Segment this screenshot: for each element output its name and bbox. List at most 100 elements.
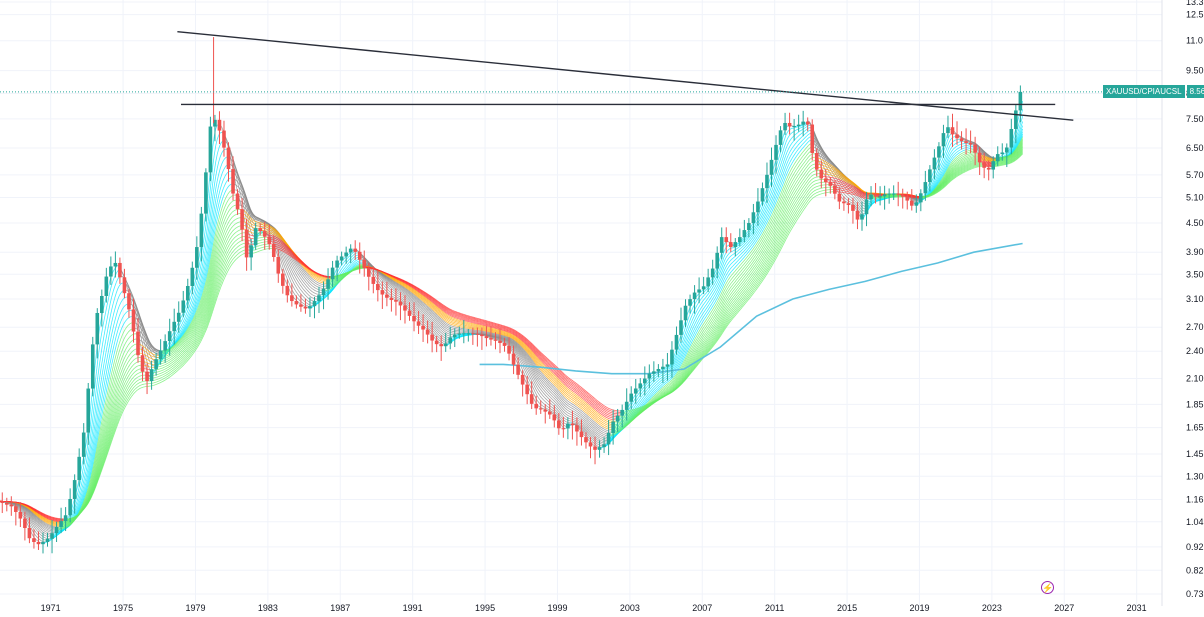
- ribbon-segment: [26, 523, 30, 527]
- ribbon-segment: [393, 292, 396, 294]
- ribbon-segment: [106, 370, 109, 379]
- ribbon-segment: [633, 395, 636, 398]
- ribbon-segment: [601, 438, 604, 441]
- ribbon-segment: [188, 309, 191, 314]
- ribbon-segment: [423, 321, 426, 324]
- ribbon-segment: [310, 299, 313, 302]
- ribbon-segment: [796, 140, 799, 143]
- ribbon-segment: [797, 143, 800, 146]
- ribbon-segment: [791, 151, 794, 154]
- ribbon-segment: [387, 284, 390, 287]
- ribbon-segment: [402, 303, 405, 306]
- ribbon-segment: [100, 358, 103, 369]
- ribbon-segment: [799, 127, 802, 129]
- price-chart[interactable]: 13.312.511.09.508.507.506.505.705.104.50…: [0, 0, 1204, 617]
- ribbon-segment: [717, 277, 720, 282]
- ribbon-segment: [310, 293, 313, 296]
- ribbon-segment: [420, 313, 423, 317]
- ribbon-segment: [722, 261, 725, 267]
- ribbon-segment: [710, 288, 713, 292]
- ribbon-segment: [590, 434, 594, 437]
- ribbon-segment: [803, 127, 806, 129]
- ribbon-segment: [287, 280, 290, 285]
- ribbon-segment: [185, 307, 188, 312]
- ribbon-segment: [553, 400, 556, 403]
- ribbon-segment: [581, 422, 584, 425]
- ribbon-segment: [204, 232, 208, 243]
- ribbon-segment: [409, 299, 413, 302]
- ribbon-segment: [737, 255, 740, 258]
- ribbon-segment: [646, 379, 649, 382]
- ribbon-segment: [645, 392, 648, 395]
- ribbon-segment: [696, 316, 699, 321]
- ribbon-segment: [542, 388, 545, 392]
- ribbon-segment: [112, 332, 116, 339]
- ribbon-segment: [559, 406, 562, 410]
- ribbon-segment: [685, 331, 689, 336]
- ribbon-segment: [393, 289, 396, 292]
- ribbon-segment: [758, 228, 761, 232]
- ribbon-segment: [731, 261, 734, 264]
- ribbon-segment: [595, 440, 598, 443]
- ribbon-segment: [393, 294, 396, 297]
- ribbon-segment: [312, 294, 314, 296]
- ribbon-segment: [397, 289, 400, 292]
- ribbon-segment: [592, 444, 595, 446]
- ribbon-segment: [592, 441, 595, 444]
- ribbon-segment: [720, 274, 723, 279]
- ribbon-segment: [693, 322, 696, 327]
- ribbon-segment: [693, 327, 696, 331]
- ribbon-segment: [415, 311, 419, 314]
- ribbon-segment: [690, 319, 693, 324]
- ribbon-segment: [103, 366, 106, 376]
- ribbon-segment: [800, 126, 803, 129]
- ribbon-segment: [729, 263, 732, 266]
- ribbon-segment: [423, 312, 426, 315]
- ribbon-segment: [699, 315, 702, 319]
- ribbon-segment: [586, 428, 589, 431]
- ribbon-segment: [782, 153, 785, 159]
- ribbon-segment: [438, 339, 441, 342]
- ribbon-segment: [780, 144, 784, 150]
- ribbon-segment: [435, 334, 438, 337]
- ribbon-segment: [432, 323, 435, 327]
- ribbon-segment: [419, 312, 422, 315]
- ribbon-segment: [952, 150, 956, 153]
- ribbon-segment: [755, 227, 758, 231]
- ribbon-segment: [283, 259, 286, 264]
- ribbon-segment: [437, 331, 440, 334]
- ribbon-segment: [578, 423, 581, 426]
- ribbon-segment: [688, 318, 692, 323]
- ribbon-segment: [435, 329, 438, 332]
- ribbon-segment: [939, 166, 942, 171]
- ribbon-segment: [790, 132, 793, 135]
- ribbon-segment: [649, 386, 652, 390]
- ribbon-segment: [669, 368, 672, 371]
- ribbon-segment: [783, 166, 787, 171]
- ribbon-segment: [746, 240, 749, 243]
- ribbon-segment: [725, 265, 728, 269]
- ribbon-segment: [726, 249, 729, 252]
- ribbon-segment: [337, 268, 340, 272]
- ribbon-segment: [684, 335, 687, 340]
- ribbon-segment: [419, 308, 422, 311]
- ribbon-segment: [868, 202, 871, 205]
- ribbon-segment: [387, 286, 390, 289]
- ribbon-segment: [541, 401, 544, 404]
- ribbon-segment: [714, 280, 717, 284]
- ribbon-segment: [592, 435, 595, 438]
- ribbon-segment: [215, 154, 218, 163]
- ribbon-segment: [295, 286, 298, 289]
- ribbon-segment: [388, 290, 391, 293]
- ribbon-segment: [189, 288, 192, 294]
- ribbon-segment: [708, 302, 711, 305]
- ribbon-segment: [738, 248, 741, 251]
- ribbon-segment: [109, 345, 113, 354]
- ribbon-segment: [406, 307, 410, 311]
- ribbon-segment: [156, 353, 159, 355]
- ribbon-segment: [777, 183, 781, 188]
- ribbon-segment: [797, 139, 800, 142]
- ribbon-segment: [216, 148, 220, 155]
- ribbon-segment: [694, 305, 698, 309]
- ribbon-segment: [728, 264, 731, 268]
